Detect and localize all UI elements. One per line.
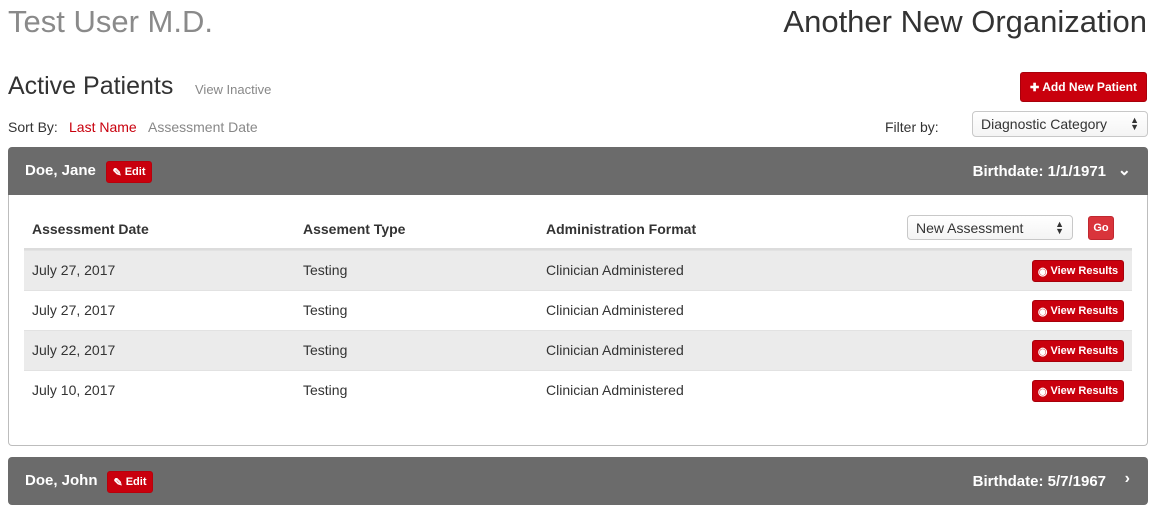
column-header-assessment-date: Assessment Date	[32, 221, 149, 237]
assessment-date: July 22, 2017	[32, 342, 116, 358]
patient-birthdate: Birthdate: 5/7/1967	[972, 473, 1106, 490]
patient-birthdate: Birthdate: 1/1/1971	[972, 163, 1106, 180]
filter-by-label: Filter by:	[885, 119, 939, 135]
new-assessment-select-value: New Assessment	[916, 219, 1024, 236]
add-new-patient-label: Add New Patient	[1042, 80, 1137, 94]
table-row: July 10, 2017 Testing Clinician Administ…	[24, 370, 1132, 410]
edit-patient-button[interactable]: ✎ Edit	[107, 471, 153, 493]
table-row: July 27, 2017 Testing Clinician Administ…	[24, 290, 1132, 330]
assessment-type: Testing	[303, 262, 348, 278]
go-button[interactable]: Go	[1088, 216, 1114, 240]
assessment-type: Testing	[303, 382, 348, 398]
sort-by-label: Sort By:	[8, 119, 58, 135]
administration-format: Clinician Administered	[546, 382, 684, 398]
eye-icon: ◉	[1037, 265, 1048, 278]
view-results-label: View Results	[1050, 345, 1119, 357]
view-results-button[interactable]: ◉ View Results	[1032, 340, 1124, 362]
select-arrows-icon: ▲ ▼	[1130, 115, 1139, 132]
patient-name: Doe, Jane	[25, 162, 96, 179]
view-inactive-link[interactable]: View Inactive	[195, 82, 271, 97]
filter-select[interactable]: Diagnostic Category ▲ ▼	[972, 111, 1148, 137]
patient-name: Doe, John	[25, 472, 98, 489]
eye-icon: ◉	[1037, 345, 1048, 358]
administration-format: Clinician Administered	[546, 262, 684, 278]
select-arrows-icon: ▲ ▼	[1055, 218, 1064, 236]
edit-icon: ✎	[113, 476, 123, 489]
add-new-patient-button[interactable]: ✚ Add New Patient	[1020, 72, 1147, 102]
column-header-assessment-type: Assement Type	[303, 221, 406, 237]
view-results-button[interactable]: ◉ View Results	[1032, 380, 1124, 402]
filter-select-value: Diagnostic Category	[981, 116, 1108, 132]
user-name: Test User M.D.	[8, 4, 213, 39]
edit-label: Edit	[125, 476, 147, 488]
assessment-date: July 10, 2017	[32, 382, 116, 398]
view-results-button[interactable]: ◉ View Results	[1032, 300, 1124, 322]
chevron-right-icon[interactable]: ›	[1125, 470, 1130, 488]
eye-icon: ◉	[1037, 385, 1048, 398]
administration-format: Clinician Administered	[546, 342, 684, 358]
edit-icon: ✎	[112, 166, 122, 179]
view-results-label: View Results	[1050, 305, 1119, 317]
view-results-label: View Results	[1050, 265, 1119, 277]
new-assessment-select[interactable]: New Assessment ▲ ▼	[907, 215, 1073, 240]
administration-format: Clinician Administered	[546, 302, 684, 318]
patient-header-jane[interactable]: Doe, Jane ✎ Edit Birthdate: 1/1/1971 ⌄	[8, 147, 1148, 195]
sort-assessment-date-link[interactable]: Assessment Date	[148, 119, 258, 135]
view-results-label: View Results	[1050, 385, 1119, 397]
assessment-date: July 27, 2017	[32, 302, 116, 318]
edit-patient-button[interactable]: ✎ Edit	[106, 161, 152, 183]
view-results-button[interactable]: ◉ View Results	[1032, 260, 1124, 282]
plus-icon: ✚	[1030, 81, 1040, 94]
assessment-type: Testing	[303, 302, 348, 318]
page-title: Active Patients	[8, 72, 174, 100]
sort-last-name-link[interactable]: Last Name	[69, 119, 137, 135]
column-header-administration-format: Administration Format	[546, 221, 697, 237]
edit-label: Edit	[124, 166, 146, 178]
table-row: July 22, 2017 Testing Clinician Administ…	[24, 330, 1132, 370]
table-row: July 27, 2017 Testing Clinician Administ…	[24, 250, 1132, 290]
assessment-date: July 27, 2017	[32, 262, 116, 278]
chevron-down-icon[interactable]: ⌄	[1118, 160, 1131, 180]
patient-header-john[interactable]: Doe, John ✎ Edit Birthdate: 5/7/1967 ›	[8, 457, 1148, 505]
assessment-type: Testing	[303, 342, 348, 358]
organization-name: Another New Organization	[783, 4, 1147, 39]
eye-icon: ◉	[1037, 305, 1048, 318]
